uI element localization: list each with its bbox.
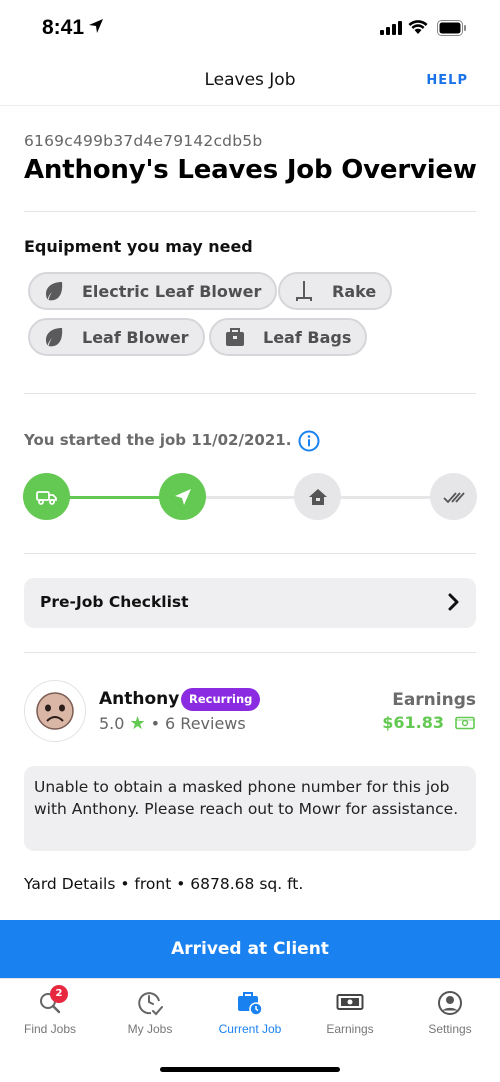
step-arrived [294, 473, 341, 520]
tab-label: Settings [428, 1022, 472, 1036]
pre-job-checklist-row[interactable]: Pre-Job Checklist [24, 578, 476, 628]
wifi-icon [408, 20, 428, 34]
equipment-label: Leaf Blower [82, 327, 189, 347]
recurring-badge: Recurring [181, 688, 261, 711]
separator-dot: • [150, 714, 161, 733]
notification-badge: 2 [50, 985, 68, 1003]
step-en-route [23, 473, 70, 520]
location-arrow-icon [89, 19, 103, 33]
money-icon [455, 716, 475, 730]
divider [24, 652, 476, 653]
divider [24, 553, 476, 554]
double-check-icon [442, 491, 465, 503]
avatar [24, 680, 86, 742]
yard-details: Yard Details • front • 6878.68 sq. ft. [24, 875, 304, 893]
battery-icon [437, 20, 466, 36]
cellular-signal-icon [380, 21, 402, 35]
tab-label: Current Job [218, 1022, 282, 1036]
bag-icon [221, 323, 249, 351]
status-bar: 8:41 [0, 0, 500, 60]
navigation-arrow-icon [174, 488, 191, 505]
equipment-label: Rake [332, 281, 377, 301]
money-icon [336, 994, 364, 1010]
clock-check-icon [138, 992, 163, 1016]
earnings-value: $61.83 [382, 713, 444, 732]
house-icon [308, 488, 327, 505]
client-name: Anthony [99, 689, 180, 709]
help-button[interactable]: HELP [426, 73, 468, 88]
truck-icon [35, 490, 57, 505]
tab-settings[interactable]: Settings [400, 989, 500, 1036]
rating-row: 5.0 ★ • 6 Reviews [99, 713, 246, 734]
sad-face-avatar-icon [36, 692, 74, 730]
equipment-heading: Equipment you may need [24, 237, 253, 256]
tab-label: Earnings [326, 1022, 374, 1036]
leaf-icon [40, 277, 68, 305]
rake-icon [290, 277, 318, 305]
equipment-chip-electric-leaf-blower: Electric Leaf Blower [28, 272, 278, 310]
tab-current-job[interactable]: Current Job [200, 989, 300, 1036]
tab-label: Find Jobs [23, 1022, 77, 1036]
rating-value: 5.0 [99, 714, 125, 733]
tab-label: My Jobs [127, 1022, 173, 1036]
info-icon[interactable] [298, 430, 320, 452]
divider [24, 211, 476, 212]
equipment-chip-rake: Rake [278, 272, 393, 310]
tab-earnings[interactable]: Earnings [300, 989, 400, 1036]
job-started-text: You started the job 11/02/2021. [24, 431, 292, 449]
chevron-right-icon [448, 593, 459, 611]
job-title: Anthony's Leaves Job Overview [24, 155, 477, 185]
arrived-at-client-button[interactable]: Arrived at Client [0, 920, 500, 978]
reviews-count[interactable]: 6 Reviews [165, 714, 246, 733]
equipment-label: Leaf Bags [263, 327, 352, 347]
navigation-bar: Leaves Job HELP [0, 60, 500, 106]
star-icon: ★ [129, 713, 146, 734]
masked-phone-notice: Unable to obtain a masked phone number f… [24, 766, 476, 851]
earnings-label: Earnings [392, 690, 476, 710]
user-circle-icon [438, 991, 462, 1015]
page-title: Leaves Job [204, 70, 296, 90]
home-indicator [160, 1067, 340, 1072]
checklist-label: Pre-Job Checklist [40, 593, 189, 611]
equipment-chip-leaf-bags: Leaf Bags [209, 318, 368, 356]
status-time: 8:41 [42, 16, 85, 39]
job-id: 6169c499b37d4e79142cdb5b [24, 132, 263, 150]
divider [24, 393, 476, 394]
briefcase-clock-icon [238, 992, 263, 1016]
equipment-label: Electric Leaf Blower [82, 281, 262, 301]
step-complete [430, 473, 477, 520]
leaf-icon [40, 323, 68, 351]
tab-my-jobs[interactable]: My Jobs [100, 989, 200, 1036]
step-navigate [159, 473, 206, 520]
equipment-chip-leaf-blower: Leaf Blower [28, 318, 205, 356]
tab-find-jobs[interactable]: 2 Find Jobs [0, 985, 100, 1036]
